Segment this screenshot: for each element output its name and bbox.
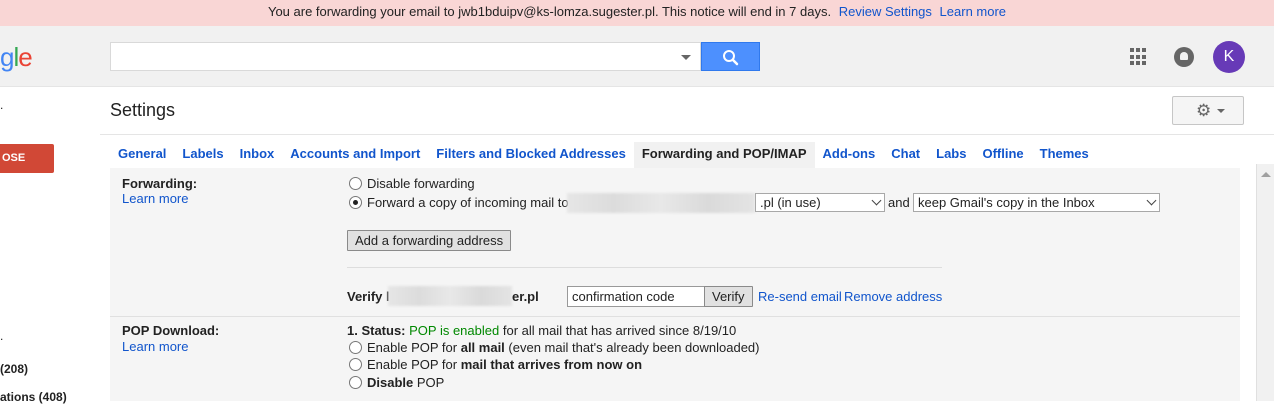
tab-add-ons[interactable]: Add-ons (815, 142, 884, 168)
pop-status-suffix: for all mail that has arrived since 8/19… (499, 323, 737, 338)
verify-label-prefix: Verify l (347, 289, 390, 304)
compose-button[interactable]: OSE (0, 144, 54, 173)
forward-copy-option[interactable]: Forward a copy of incoming mail to (349, 195, 569, 210)
tab-themes[interactable]: Themes (1032, 142, 1097, 168)
forward-action-select-value: keep Gmail's copy in the Inbox (918, 195, 1095, 210)
pop-all-mail-suffix: (even mail that's already been downloade… (504, 340, 760, 355)
tab-offline[interactable]: Offline (974, 142, 1031, 168)
search-options-dropdown-icon[interactable] (681, 55, 691, 60)
tab-inbox[interactable]: Inbox (232, 142, 283, 168)
pop-from-now-prefix: Enable POP for (367, 357, 458, 372)
apps-grid-icon[interactable] (1130, 48, 1148, 66)
forward-copy-label: Forward a copy of incoming mail to (367, 195, 569, 210)
left-nav-notifications-item[interactable]: ations (408) (0, 390, 67, 404)
pop-from-now-bold: mail that arrives from now on (460, 357, 643, 372)
forwarding-notice-bar: You are forwarding your email to jwb1bdu… (0, 0, 1274, 26)
forward-address-select[interactable]: .pl (in use) (755, 193, 885, 212)
tab-general[interactable]: General (110, 142, 174, 168)
pop-all-mail-bold: all mail (460, 340, 505, 355)
pop-status-prefix: 1. Status: (347, 323, 410, 338)
chevron-down-icon (1146, 195, 1157, 206)
tab-labels[interactable]: Labels (174, 142, 231, 168)
vertical-scrollbar[interactable] (1256, 164, 1274, 401)
top-bar: gle K (0, 26, 1274, 87)
disable-forwarding-radio[interactable] (349, 177, 362, 190)
left-nav-fragment: . (0, 98, 4, 112)
remove-address-link[interactable]: Remove address (844, 289, 942, 304)
and-label: and (888, 195, 910, 210)
scroll-up-icon[interactable] (1261, 172, 1271, 177)
settings-button[interactable]: ⚙ (1172, 96, 1244, 125)
chevron-down-icon (871, 195, 882, 206)
google-logo[interactable]: gle (0, 42, 33, 73)
disable-forwarding-label: Disable forwarding (367, 176, 475, 191)
resend-email-link[interactable]: Re-send email (758, 289, 842, 304)
chevron-down-icon (1217, 109, 1225, 113)
search-icon (723, 50, 739, 66)
pop-disable-bold: Disable (367, 375, 414, 390)
left-nav-fragment-2: . (0, 329, 4, 343)
account-avatar[interactable]: K (1213, 41, 1245, 73)
gear-icon: ⚙ (1196, 101, 1212, 120)
tab-forwarding-and-pop-imap[interactable]: Forwarding and POP/IMAP (633, 142, 815, 168)
settings-tabs: General Labels Inbox Accounts and Import… (110, 142, 1097, 168)
forward-action-select[interactable]: keep Gmail's copy in the Inbox (913, 193, 1160, 212)
tab-chat[interactable]: Chat (883, 142, 928, 168)
forwarding-divider (347, 267, 942, 268)
divider (100, 134, 1274, 135)
section-divider (110, 316, 1240, 317)
notice-text: You are forwarding your email to jwb1bdu… (267, 4, 832, 19)
search-input[interactable] (110, 42, 701, 71)
add-forwarding-address-button[interactable]: Add a forwarding address (347, 230, 512, 251)
forward-copy-radio[interactable] (349, 196, 362, 209)
left-nav: . . (208) ations (408) (0, 88, 100, 404)
pop-download-label: POP Download: (122, 323, 220, 338)
pop-from-now-option[interactable]: Enable POP for mail that arrives from no… (349, 357, 642, 372)
pop-from-now-radio[interactable] (349, 358, 362, 371)
forward-address-select-value: .pl (in use) (760, 195, 821, 210)
redacted-verify-address (388, 286, 512, 307)
notifications-bell-icon[interactable] (1174, 47, 1194, 67)
pop-all-mail-radio[interactable] (349, 341, 362, 354)
forwarding-label: Forwarding: (122, 176, 198, 191)
pop-status: 1. Status: POP is enabled for all mail t… (347, 323, 736, 338)
pop-disable-suffix: POP (413, 375, 445, 390)
tab-accounts-and-import[interactable]: Accounts and Import (282, 142, 428, 168)
pop-learn-more-link[interactable]: Learn more (122, 339, 188, 354)
review-settings-link[interactable]: Review Settings (839, 4, 932, 19)
tab-labs[interactable]: Labs (928, 142, 974, 168)
pop-all-mail-prefix: Enable POP for (367, 340, 458, 355)
verify-label-suffix: er.pl (512, 289, 539, 304)
page-title: Settings (110, 100, 176, 120)
pop-status-value: POP is enabled (409, 323, 500, 338)
search-button[interactable] (701, 42, 760, 71)
tab-filters-and-blocked-addresses[interactable]: Filters and Blocked Addresses (428, 142, 634, 168)
pop-disable-option[interactable]: Disable POP (349, 375, 444, 390)
forwarding-learn-more-link[interactable]: Learn more (122, 191, 188, 206)
notice-learn-more-link[interactable]: Learn more (940, 4, 1006, 19)
pop-disable-radio[interactable] (349, 376, 362, 389)
confirmation-code-input[interactable]: confirmation code (567, 286, 705, 307)
pop-all-mail-option[interactable]: Enable POP for all mail (even mail that'… (349, 340, 760, 355)
redacted-address (567, 193, 755, 214)
left-nav-count-item[interactable]: (208) (0, 362, 28, 376)
disable-forwarding-option[interactable]: Disable forwarding (349, 176, 475, 191)
verify-button[interactable]: Verify (704, 286, 753, 307)
